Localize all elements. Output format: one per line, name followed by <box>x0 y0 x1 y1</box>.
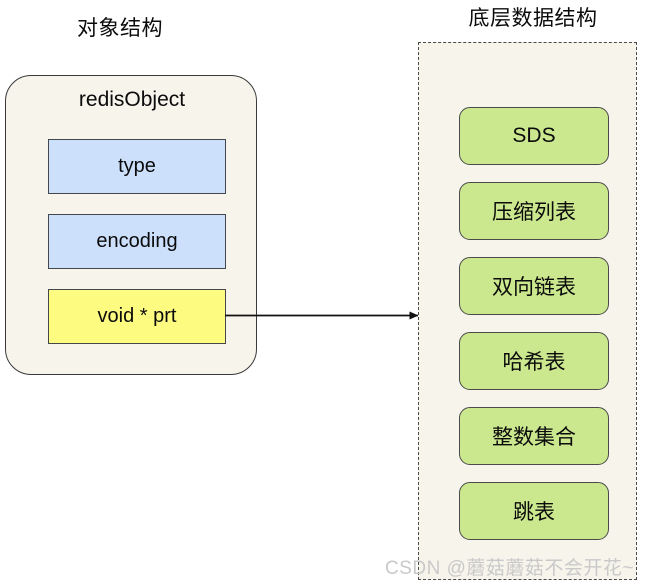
struct-item-linkedlist: 双向链表 <box>459 257 609 315</box>
field-encoding-label: encoding <box>96 230 178 252</box>
struct-item-label: 跳表 <box>513 501 555 524</box>
field-type-box: type <box>48 139 226 194</box>
left-section-title: 对象结构 <box>77 17 163 40</box>
watermark-text: CSDN @蘑菇蘑菇不会开花~ <box>385 558 634 579</box>
right-section-title: 底层数据结构 <box>468 7 598 30</box>
diagram-canvas: 对象结构 底层数据结构 redisObject type encoding vo… <box>0 0 647 587</box>
redis-object-label: redisObject <box>78 88 186 111</box>
struct-item-label: SDS <box>512 124 556 147</box>
struct-item-intset: 整数集合 <box>459 407 609 465</box>
struct-item-ziplist: 压缩列表 <box>459 182 609 240</box>
struct-item-label: 哈希表 <box>502 351 566 374</box>
struct-item-hashtable: 哈希表 <box>459 332 609 390</box>
field-type-label: type <box>118 155 156 177</box>
struct-item-label: 双向链表 <box>492 276 576 299</box>
field-void-ptr-label: void * prt <box>97 305 177 327</box>
field-void-ptr-box: void * prt <box>48 289 226 344</box>
redis-object-panel: redisObject type encoding void * prt <box>5 75 257 375</box>
struct-item-label: 整数集合 <box>492 426 576 449</box>
struct-item-label: 压缩列表 <box>492 201 576 224</box>
underlying-structures-panel: SDS 压缩列表 双向链表 哈希表 整数集合 跳表 <box>418 42 637 580</box>
struct-item-skiplist: 跳表 <box>459 482 609 540</box>
struct-item-sds: SDS <box>459 107 609 165</box>
field-encoding-box: encoding <box>48 214 226 269</box>
